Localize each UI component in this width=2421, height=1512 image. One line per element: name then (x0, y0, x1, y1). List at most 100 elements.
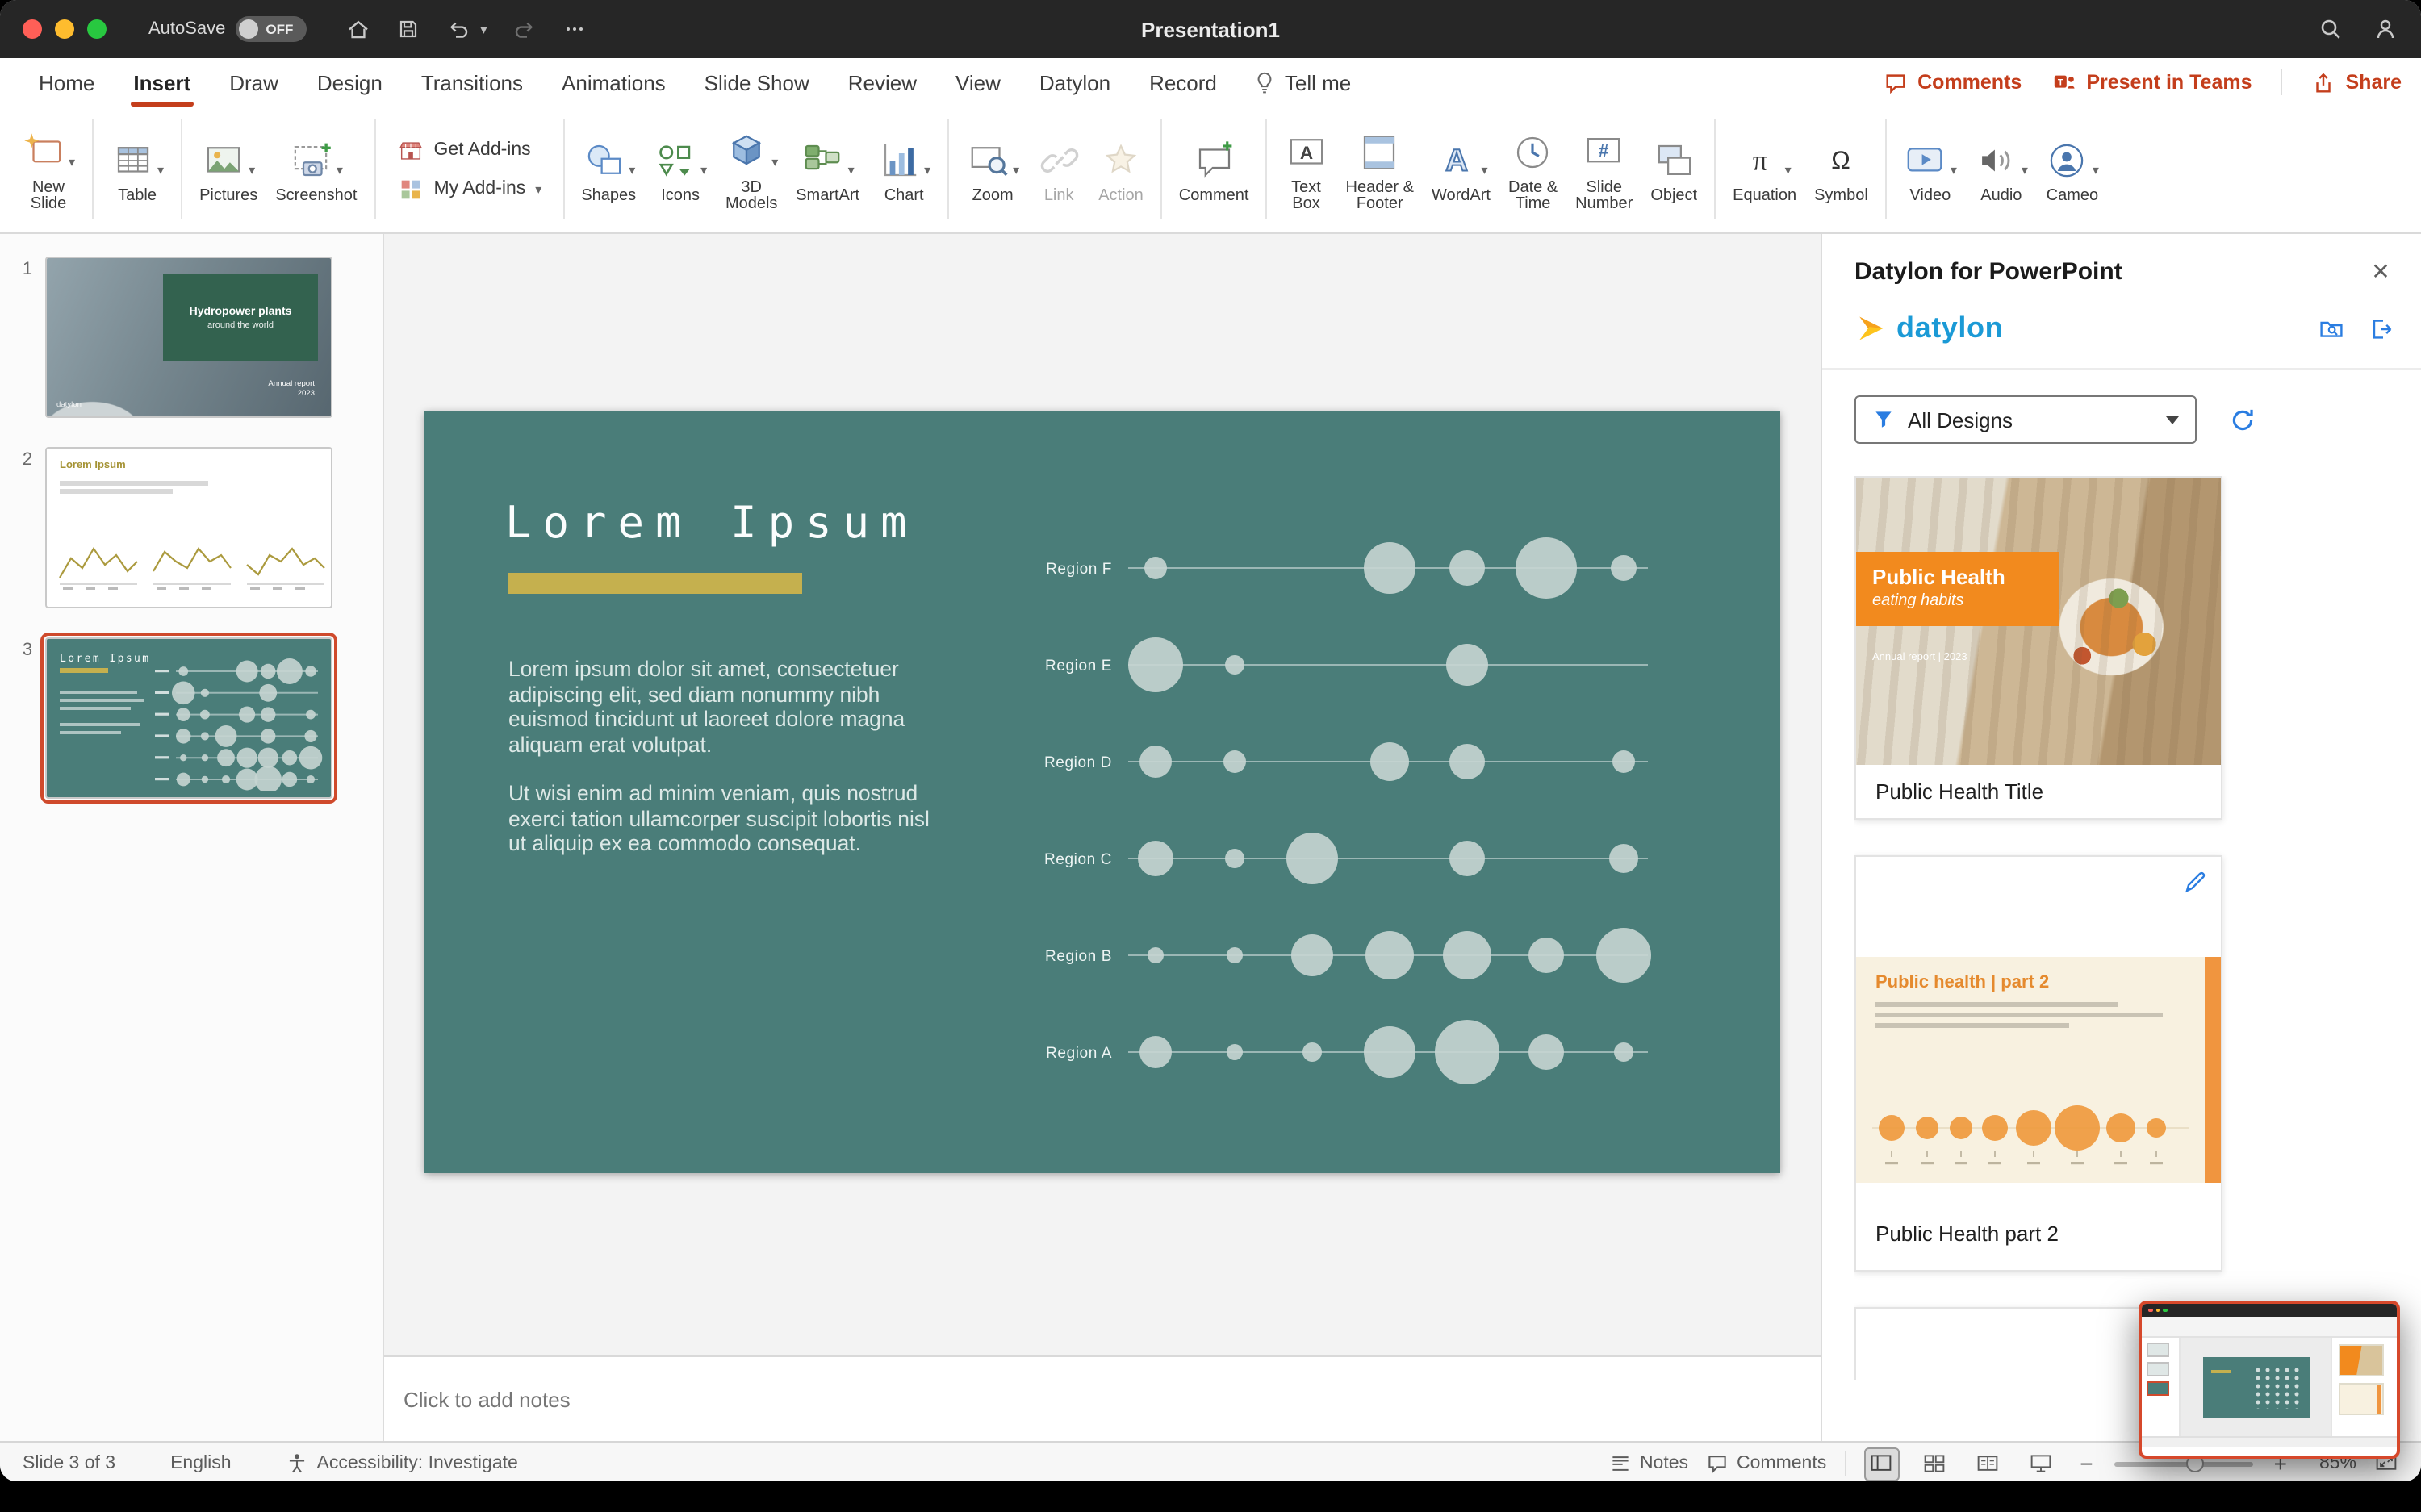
tab-animations[interactable]: Animations (542, 58, 685, 107)
thumb1-brand: datylon (56, 402, 82, 410)
ribbon-item-wordart[interactable]: ▾ WordArt (1423, 134, 1499, 206)
more-commands-icon[interactable] (561, 16, 587, 42)
ribbon-item-date-time[interactable]: Date & Time (1499, 125, 1566, 214)
ribbon-item-get-add-ins[interactable]: Get Add-ins (397, 136, 542, 164)
view-reading-button[interactable] (1970, 1447, 2005, 1481)
ribbon-item-pictures[interactable]: ▾ Pictures (190, 134, 266, 206)
tab-transitions[interactable]: Transitions (402, 58, 542, 107)
teams-icon: T (2054, 74, 2074, 88)
share-button[interactable]: Share (2312, 70, 2402, 94)
accessibility-icon (290, 1454, 305, 1473)
sign-out-icon[interactable] (2368, 315, 2395, 341)
undo-icon[interactable] (445, 16, 470, 42)
pip-statusbar (2142, 1436, 2397, 1447)
pip-panel (2331, 1338, 2397, 1436)
tab-insert[interactable]: Insert (114, 58, 210, 107)
slide-thumbnail-1[interactable]: Hydropower plants around the world Annua… (45, 257, 332, 418)
design-card-2-bubble-chart (1872, 1105, 2189, 1165)
ribbon-item-shapes[interactable]: ▾ Shapes (572, 134, 645, 206)
design-card-public-health-part-2[interactable]: Public health | part 2 Public Health par… (1854, 855, 2222, 1272)
tab-home[interactable]: Home (19, 58, 114, 107)
ribbon-item-table[interactable]: ▾ Table (102, 134, 173, 206)
ribbon-item-my-add-ins[interactable]: My Add-ins ▾ (397, 175, 541, 203)
ribbon-item-object[interactable]: Object (1641, 134, 1706, 206)
design-card-public-health-title[interactable]: Public Health eating habits Annual repor… (1854, 476, 2222, 820)
ribbon-item-cameo[interactable]: ▾ Cameo (2037, 134, 2108, 206)
svg-text:Region E: Region E (1045, 658, 1112, 675)
ribbon-item-screenshot[interactable]: ▾ Screenshot (266, 134, 366, 206)
close-window-button[interactable] (23, 19, 42, 39)
lightbulb-icon (1257, 72, 1272, 94)
autosave-toggle[interactable]: AutoSave OFF (148, 16, 307, 42)
comments-status-button[interactable]: Comments (1706, 1452, 1826, 1475)
slide-bubble-chart[interactable]: Region F Region E Region D Region C Region B… (424, 411, 1780, 1173)
notes-button[interactable]: Notes (1609, 1452, 1688, 1475)
slide-thumbnail-2[interactable]: Lorem Ipsum (45, 447, 332, 608)
tab-datylon[interactable]: Datylon (1020, 58, 1130, 107)
ribbon-item-text-box[interactable]: Text Box (1276, 125, 1337, 214)
chevron-down-icon: ▾ (1481, 162, 1488, 178)
search-icon[interactable] (2318, 16, 2344, 42)
ribbon-item-label: Date & Time (1508, 178, 1558, 213)
ribbon-item-chart[interactable]: ▾ Chart (868, 134, 939, 206)
ribbon-item-header-footer[interactable]: Header & Footer (1337, 125, 1424, 214)
view-normal-button[interactable] (1863, 1447, 1900, 1481)
chevron-down-icon: ▾ (629, 162, 636, 178)
tab-record[interactable]: Record (1130, 58, 1236, 107)
ribbon-item-smartart[interactable]: ▾ SmartArt (787, 134, 868, 206)
slide-number-icon (1583, 130, 1626, 173)
ribbon-item-label: 3D Models (725, 178, 778, 213)
ribbon-item-icons[interactable]: ▾ Icons (645, 134, 716, 206)
floating-preview-window[interactable] (2139, 1301, 2400, 1459)
refresh-designs-button[interactable] (2229, 406, 2256, 433)
ribbon-item-label: Slide Number (1575, 178, 1633, 213)
undo-menu-caret[interactable]: ▾ (480, 22, 487, 36)
ribbon-item-zoom[interactable]: ▾ Zoom (957, 134, 1028, 206)
tab-draw[interactable]: Draw (210, 58, 298, 107)
tell-me-button[interactable]: Tell me (1236, 58, 1367, 107)
myaddins-icon (397, 175, 424, 203)
design-card-2-chart-title: Public health | part 2 (1875, 973, 2050, 992)
profile-icon[interactable] (2373, 16, 2398, 42)
autosave-switch[interactable]: OFF (235, 16, 307, 42)
accessibility-status[interactable]: Accessibility: Investigate (286, 1452, 518, 1475)
ribbon-item-models-3d[interactable]: ▾ 3D Models (716, 125, 787, 214)
canvas-area[interactable]: Lorem Ipsum Lorem ipsum dolor sit amet, … (384, 234, 1821, 1355)
present-in-teams-button[interactable]: T Present in Teams (2051, 70, 2252, 94)
slide-thumbnail-3-selected[interactable]: Lorem Ipsum (40, 633, 337, 804)
comments-button[interactable]: Comments (1884, 70, 2022, 94)
slide-canvas[interactable]: Lorem Ipsum Lorem ipsum dolor sit amet, … (424, 411, 1780, 1173)
notes-area[interactable]: Click to add notes (384, 1355, 1821, 1441)
designs-filter-dropdown[interactable]: All Designs (1854, 395, 2197, 444)
table-icon (111, 139, 154, 182)
ribbon-item-audio[interactable]: ▾ Audio (1966, 134, 2037, 206)
save-icon[interactable] (395, 16, 420, 42)
zoom-slider[interactable] (2114, 1455, 2253, 1472)
ribbon-item-new-slide[interactable]: ▾ New Slide (13, 125, 84, 214)
ribbon-item-slide-number[interactable]: Slide Number (1566, 125, 1641, 214)
tab-design[interactable]: Design (298, 58, 402, 107)
fullscreen-window-button[interactable] (87, 19, 107, 39)
tab-review[interactable]: Review (829, 58, 936, 107)
ribbon-item-my-add-ins-label: My Add-ins (433, 179, 526, 198)
language-button[interactable]: English (170, 1454, 231, 1473)
tab-view[interactable]: View (936, 58, 1020, 107)
ribbon-item-comment[interactable]: Comment (1170, 134, 1258, 206)
zoom-out-button[interactable]: − (2076, 1451, 2096, 1476)
ribbon-item-video[interactable]: ▾ Video (1895, 134, 1966, 206)
edit-design-icon[interactable] (2182, 870, 2208, 896)
ribbon-item-symbol[interactable]: Symbol (1805, 134, 1877, 206)
ribbon-item-equation[interactable]: ▾ Equation (1724, 134, 1805, 206)
pip-traffic-light (2155, 1308, 2160, 1313)
design-card-1-caption: Public Health Title (1875, 779, 2044, 804)
minimize-window-button[interactable] (55, 19, 74, 39)
view-slide-sorter-button[interactable] (1917, 1447, 1952, 1481)
tab-slide-show[interactable]: Slide Show (685, 58, 829, 107)
browse-designs-icon[interactable] (2318, 315, 2345, 341)
ribbon-group-separator (1160, 119, 1162, 219)
view-slideshow-button[interactable] (2023, 1447, 2059, 1481)
close-panel-button[interactable]: ✕ (2366, 257, 2395, 286)
slide-thumbnail-panel: 1 Hydropower plants around the world Ann… (0, 234, 384, 1441)
symbol-icon (1819, 139, 1863, 182)
home-icon[interactable] (345, 16, 370, 42)
